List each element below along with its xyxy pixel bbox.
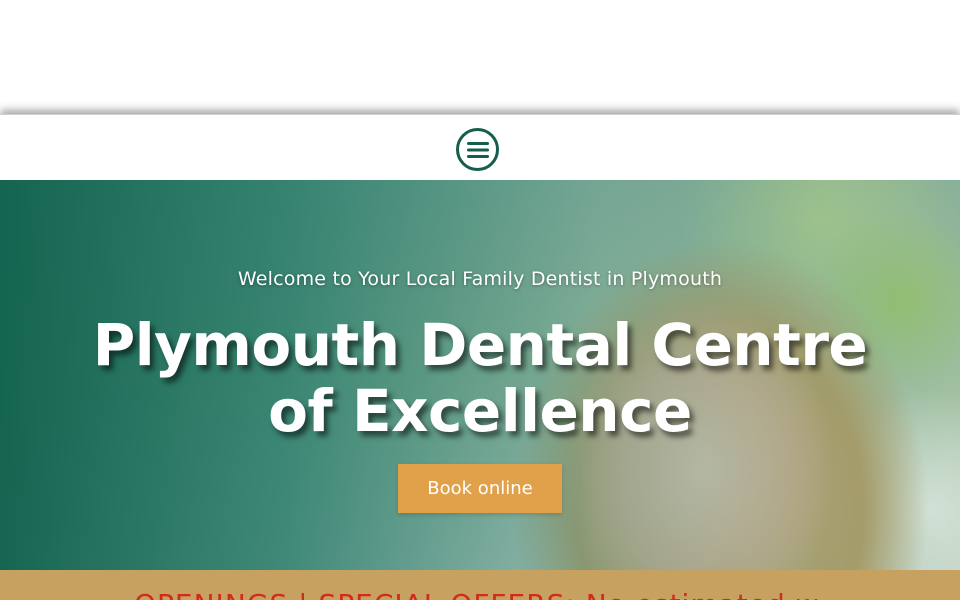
navbar [0,114,960,180]
hero-title: Plymouth Dental Centre of Excellence [92,311,868,445]
hero-subtitle: Welcome to Your Local Family Dentist in … [237,268,723,290]
hero-section: Welcome to Your Local Family Dentist in … [0,180,960,570]
hamburger-menu-icon [466,141,489,158]
menu-toggle-button[interactable] [456,128,499,171]
book-online-button[interactable]: Book online [398,464,562,513]
announcement-text: OPENINGS | SPECIAL OFFERS: No estimated … [134,588,820,600]
top-blank-area [0,0,960,114]
announcement-bar: OPENINGS | SPECIAL OFFERS: No estimated … [0,570,960,600]
